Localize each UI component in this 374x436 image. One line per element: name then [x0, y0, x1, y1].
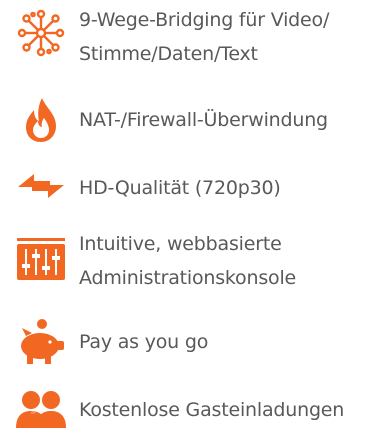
feature-label-line2: Stimme/Daten/Text	[79, 43, 258, 65]
feature-item-admin: Intuitive, webbasierte Administrationsko…	[0, 216, 374, 300]
feature-item-bridging: 9-Wege-Bridging für Video/ Stimme/Daten/…	[0, 0, 374, 90]
feature-label-line1: NAT-/Firewall-Überwindung	[79, 109, 328, 131]
feature-item-pay: Pay as you go	[0, 300, 374, 372]
feature-item-nat: NAT-/Firewall-Überwindung	[0, 90, 374, 152]
feature-label-line1: HD-Qualität (720p30)	[79, 177, 281, 199]
network-bridge-icon	[16, 8, 66, 58]
guests-icon	[16, 386, 66, 436]
feature-item-guests: Kostenlose Gasteinladungen	[0, 372, 374, 428]
feature-label-line2: Administrationskonsole	[79, 267, 297, 289]
feature-label-line1: Kostenlose Gasteinladungen	[79, 399, 345, 421]
feature-list: 9-Wege-Bridging für Video/ Stimme/Daten/…	[0, 0, 374, 428]
flame-icon	[16, 94, 66, 144]
piggy-bank-icon	[16, 318, 66, 368]
double-arrow-icon	[16, 160, 66, 210]
feature-label-line1: Pay as you go	[79, 331, 209, 353]
feature-label-line1: 9-Wege-Bridging für Video/	[79, 9, 330, 31]
feature-label-line1: Intuitive, webbasierte	[79, 233, 282, 255]
control-panel-icon	[16, 234, 66, 284]
feature-item-hd: HD-Qualität (720p30)	[0, 152, 374, 216]
